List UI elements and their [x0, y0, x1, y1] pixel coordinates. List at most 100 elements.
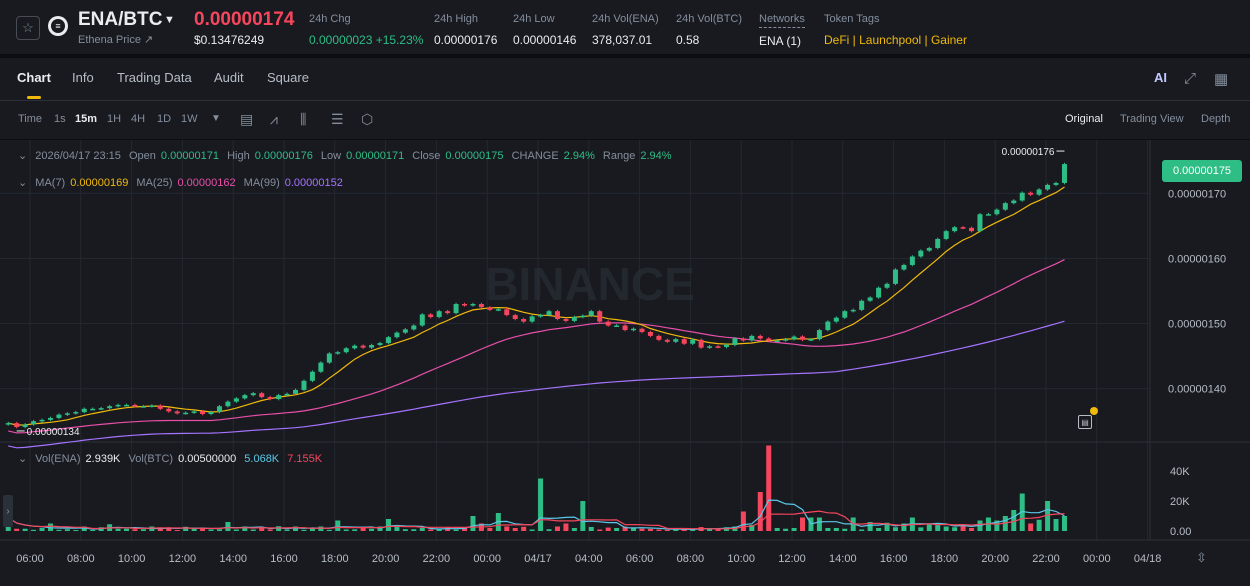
view-trading-view[interactable]: Trading View	[1120, 113, 1184, 125]
volume-bar	[1028, 523, 1034, 531]
candle-body	[757, 335, 763, 339]
view-original[interactable]: Original	[1065, 113, 1103, 125]
timeframe-1w[interactable]: 1W	[181, 113, 198, 125]
calendar-icon[interactable]: ▤	[240, 111, 253, 128]
candlestick-chart[interactable]: BINANCE 0.000001700.000001600.000001500.…	[0, 140, 1250, 586]
candle-body	[723, 345, 729, 347]
hexagon-settings-icon[interactable]: ⬡	[361, 111, 373, 128]
candle-body	[808, 339, 814, 341]
timeframe-time[interactable]: Time	[18, 113, 42, 125]
stat-token-tags[interactable]: Token Tags DeFi | Launchpool | Gainer	[824, 11, 967, 48]
timeframe-4h[interactable]: 4H	[131, 113, 145, 125]
candle-body	[749, 335, 755, 341]
candle-body	[1028, 192, 1034, 195]
timeframe-1s[interactable]: 1s	[54, 113, 66, 125]
volume-bar	[546, 529, 552, 531]
candle-body	[369, 345, 375, 348]
candle-body	[766, 338, 772, 341]
volume-ma-lines	[7, 499, 1065, 531]
volume-bar	[39, 528, 45, 531]
stat-networks[interactable]: Networks ENA (1)	[759, 11, 805, 49]
volume-bar	[529, 529, 535, 531]
volume-bar	[554, 526, 560, 531]
ma99-line	[8, 320, 1065, 449]
volume-bar	[267, 529, 273, 531]
volume-bar	[757, 492, 763, 531]
volume-bar	[470, 516, 476, 531]
candle-body	[563, 318, 569, 321]
pair-name[interactable]: ENA/BTC	[78, 9, 162, 31]
candle-body	[445, 311, 451, 314]
candle-body	[918, 250, 924, 257]
grid-layout-icon[interactable]: ▦	[1214, 70, 1228, 88]
candle-body	[867, 297, 873, 301]
tab-chart[interactable]: Chart	[17, 70, 51, 85]
view-depth[interactable]: Depth	[1201, 113, 1230, 125]
candle-body	[335, 352, 341, 354]
candle-body	[326, 353, 332, 363]
candle-body	[73, 412, 79, 414]
settings-icon[interactable]: ☰	[331, 111, 344, 128]
candle-body	[216, 406, 222, 413]
fullscreen-icon[interactable]: ⤢	[1184, 70, 1196, 87]
candle-type-icon[interactable]: ⫼	[300, 111, 306, 128]
tab-trading-data[interactable]: Trading Data	[117, 70, 192, 85]
favorite-star-icon[interactable]: ☆	[16, 16, 40, 40]
volume-bar	[580, 501, 586, 531]
candle-body	[419, 314, 425, 326]
timeframe-15m[interactable]: 15m	[75, 113, 97, 125]
tab-square[interactable]: Square	[267, 70, 309, 85]
volume-bar	[597, 529, 603, 531]
candle-body	[512, 315, 518, 319]
tab-info[interactable]: Info	[72, 70, 94, 85]
stat-24h-high: 24h High 0.00000176	[434, 13, 498, 47]
coin-price-link[interactable]: Ethena Price ↗	[78, 33, 153, 46]
candle-body	[183, 412, 189, 415]
timeframe-1h[interactable]: 1H	[107, 113, 121, 125]
candle-body	[1036, 189, 1042, 195]
time-tick-label: 08:00	[67, 553, 95, 565]
ai-assistant-icon[interactable]: AI	[1154, 70, 1167, 85]
candle-body	[208, 412, 214, 415]
auto-fit-icon[interactable]: ⇳	[1196, 550, 1207, 566]
tab-audit[interactable]: Audit	[214, 70, 244, 85]
candle-body	[876, 287, 882, 298]
timeframe-1d[interactable]: 1D	[157, 113, 171, 125]
candle-body	[969, 227, 975, 232]
candle-body	[107, 406, 113, 409]
candle-body	[614, 325, 620, 327]
price-tick-label: 0.00000140	[1168, 384, 1226, 396]
volume-bar	[859, 529, 865, 531]
candle-body	[985, 214, 991, 216]
volume-bar	[233, 529, 239, 531]
chart-area[interactable]: BINANCE 0.00000170 0.00000160 0.00000150 0.…	[0, 140, 1250, 586]
dropdown-caret-icon[interactable]: ▼	[211, 113, 221, 124]
drawing-tool-icon[interactable]: ▤	[1078, 415, 1092, 429]
moving-average-lines	[8, 186, 1065, 449]
volume-bar	[335, 520, 341, 531]
indicator-icon[interactable]: ⩘	[270, 111, 278, 128]
last-price: 0.00000174	[194, 9, 295, 30]
price-tick-label: 0.00000170	[1168, 188, 1226, 200]
time-tick-label: 16:00	[880, 553, 908, 565]
volume-bar	[842, 528, 848, 531]
candle-body	[909, 256, 915, 265]
time-tick-label: 22:00	[423, 553, 451, 565]
volume-bar	[428, 529, 434, 531]
volume-bar	[174, 530, 180, 531]
pair-dropdown-icon[interactable]: ▼	[164, 14, 175, 26]
scroll-left-handle[interactable]: ›	[3, 495, 13, 527]
volume-bar	[969, 528, 975, 531]
volume-bar	[639, 528, 645, 531]
volume-bar	[56, 529, 62, 531]
volume-bar	[385, 519, 391, 531]
candle-body	[98, 408, 104, 410]
volume-bar	[326, 529, 332, 531]
candle-body	[833, 317, 839, 322]
candle-body	[200, 411, 206, 415]
chart-axes: 0.00000170 0.00000160 0.00000150 0.00000140…	[16, 188, 1226, 565]
volume-bar	[800, 517, 806, 531]
candle-body	[166, 408, 172, 412]
candle-body	[554, 311, 560, 319]
stat-24h-low: 24h Low 0.00000146	[513, 13, 577, 47]
